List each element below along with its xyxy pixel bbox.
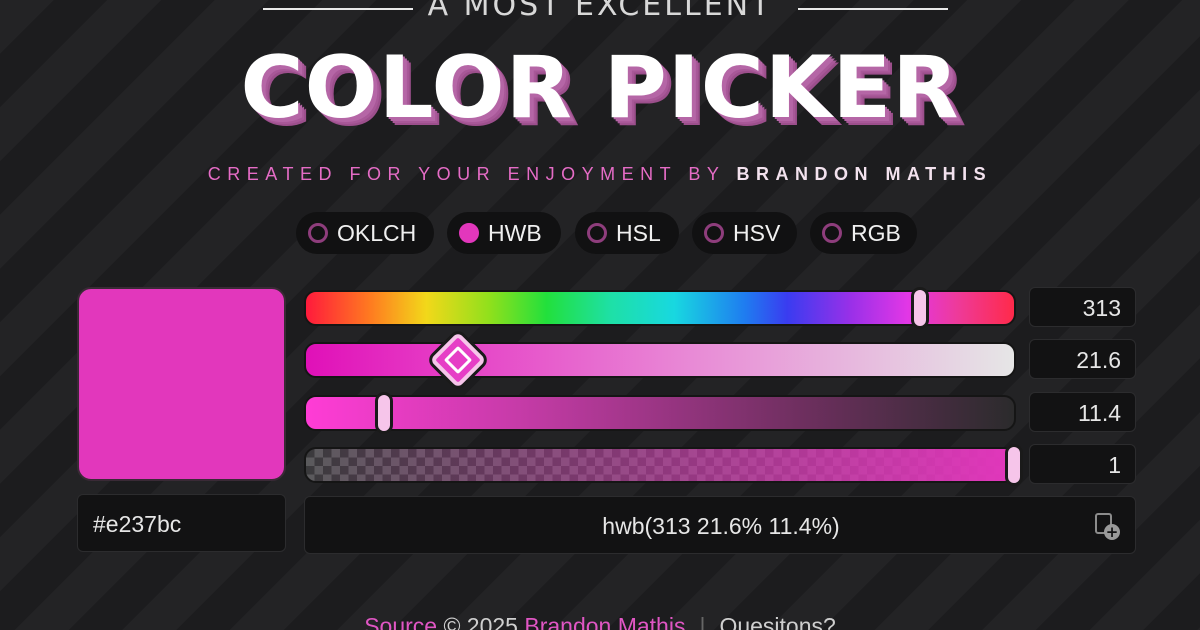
author-link[interactable]: Brandon Mathis bbox=[524, 613, 685, 630]
page-title: COLOR PICKER bbox=[240, 38, 960, 138]
alpha-input[interactable]: 1 bbox=[1029, 444, 1136, 484]
questions-link[interactable]: Quesitons? bbox=[719, 613, 835, 630]
footer: Source © 2025 Brandon Mathis | Quesitons? bbox=[0, 612, 1200, 630]
radio-icon bbox=[308, 223, 328, 243]
mode-option-hsv[interactable]: HSV bbox=[692, 212, 797, 254]
source-link[interactable]: Source bbox=[364, 613, 437, 630]
footer-divider: | bbox=[699, 613, 706, 630]
whiteness-slider-thumb[interactable] bbox=[429, 331, 487, 389]
mode-label: HWB bbox=[488, 220, 542, 246]
alpha-slider[interactable] bbox=[304, 444, 1023, 486]
radio-icon bbox=[822, 223, 842, 243]
mode-option-hwb[interactable]: HWB bbox=[447, 212, 561, 254]
credit-line: CREATED FOR YOUR ENJOYMENT BY BRANDON MA… bbox=[0, 163, 1200, 185]
alpha-slider-thumb[interactable] bbox=[1005, 444, 1023, 486]
radio-icon bbox=[704, 223, 724, 243]
hex-field[interactable]: #e237bc + bbox=[77, 494, 346, 553]
credit-prefix: CREATED FOR YOUR ENJOYMENT BY bbox=[207, 164, 737, 184]
hue-input[interactable]: 313 bbox=[1029, 287, 1136, 327]
hue-slider[interactable] bbox=[304, 287, 1016, 329]
blackness-slider-thumb[interactable] bbox=[375, 392, 393, 434]
radio-selected-icon bbox=[459, 223, 479, 243]
whiteness-input[interactable]: 21.6 bbox=[1029, 339, 1136, 379]
mode-label: HSV bbox=[733, 220, 781, 246]
copyright-text: © 2025 bbox=[437, 613, 525, 630]
mode-label: OKLCH bbox=[337, 220, 417, 246]
mode-label: HSL bbox=[616, 220, 661, 246]
eyebrow-text: A MOST EXCELLENT bbox=[427, 0, 773, 23]
whiteness-slider[interactable] bbox=[304, 331, 1016, 389]
radio-icon bbox=[587, 223, 607, 243]
css-output-value[interactable]: hwb(313 21.6% 11.4%) bbox=[305, 497, 1137, 555]
color-swatch bbox=[77, 287, 286, 481]
hex-value[interactable]: #e237bc bbox=[93, 495, 181, 553]
mode-option-rgb[interactable]: RGB bbox=[810, 212, 917, 254]
mode-label: RGB bbox=[851, 220, 901, 246]
copy-icon[interactable]: + bbox=[1095, 513, 1121, 543]
credit-author: BRANDON MATHIS bbox=[736, 164, 993, 184]
mode-option-oklch[interactable]: OKLCH bbox=[296, 212, 434, 254]
hue-slider-thumb[interactable] bbox=[911, 287, 929, 329]
blackness-slider[interactable] bbox=[304, 392, 1016, 434]
blackness-input[interactable]: 11.4 bbox=[1029, 392, 1136, 432]
mode-option-hsl[interactable]: HSL bbox=[575, 212, 679, 254]
css-output-field[interactable]: hwb(313 21.6% 11.4%) + bbox=[304, 496, 1136, 554]
